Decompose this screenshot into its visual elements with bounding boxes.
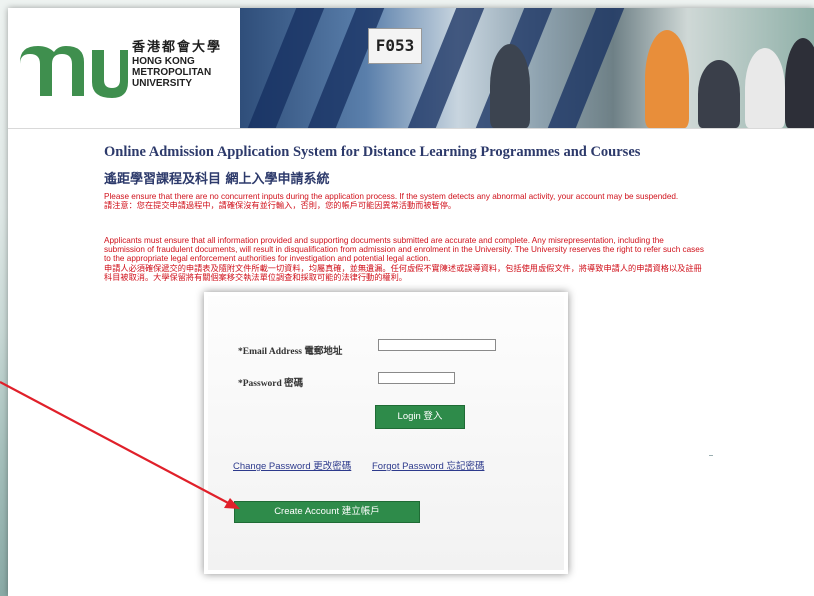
email-label: *Email Address 電郵地址 — [238, 347, 343, 357]
university-logo-icon — [20, 46, 128, 98]
page-title-cn: 遙距學習課程及科目 網上入學申請系統 — [104, 172, 330, 187]
university-name-en-1: HONG KONG — [132, 56, 195, 67]
concurrent-input-notice: Please ensure that there are no concurre… — [104, 192, 704, 210]
accuracy-notice: Applicants must ensure that all informat… — [104, 236, 704, 282]
login-button[interactable]: Login 登入 — [375, 405, 465, 429]
notice-text-cn: 請注意：您在提交申請過程中，請確保沒有並行輸入，否則，您的帳戶可能因異常活動而被… — [104, 200, 457, 211]
header-photo-collage: F053 — [240, 8, 814, 128]
runner-bib: F053 — [368, 28, 422, 64]
university-name-en-3: UNIVERSITY — [132, 78, 193, 89]
page-title-en: Online Admission Application System for … — [104, 144, 641, 160]
create-account-button[interactable]: Create Account 建立帳戶 — [234, 501, 420, 523]
forgot-password-link[interactable]: Forgot Password 忘記密碼 — [372, 458, 484, 472]
banner-stripe — [399, 8, 489, 128]
password-label: *Password 密碼 — [238, 379, 304, 389]
photo-person — [645, 30, 689, 128]
photo-person — [745, 48, 785, 128]
notice-text-cn: 申請人必須確保遞交的申請表及隨附文件所載一切資料，均屬真確，並無遺漏。任何虛假不… — [104, 262, 702, 282]
university-name-en-2: METROPOLITAN — [132, 67, 212, 78]
password-field[interactable] — [378, 372, 455, 384]
photo-person — [698, 60, 740, 128]
notice-text-en: Applicants must ensure that all informat… — [104, 236, 704, 264]
university-name-cn: 香港都會大學 — [132, 40, 223, 55]
divider-mark — [709, 455, 713, 456]
header-banner: 香港都會大學 HONG KONG METROPOLITAN UNIVERSITY… — [8, 8, 814, 129]
university-name: 香港都會大學 HONG KONG METROPOLITAN UNIVERSITY — [132, 40, 252, 89]
change-password-link[interactable]: Change Password 更改密碼 — [233, 458, 351, 472]
banner-stripe — [539, 8, 629, 128]
login-panel-body — [208, 296, 564, 570]
email-field[interactable] — [378, 339, 496, 351]
photo-person — [785, 38, 814, 128]
photo-person — [490, 44, 530, 128]
